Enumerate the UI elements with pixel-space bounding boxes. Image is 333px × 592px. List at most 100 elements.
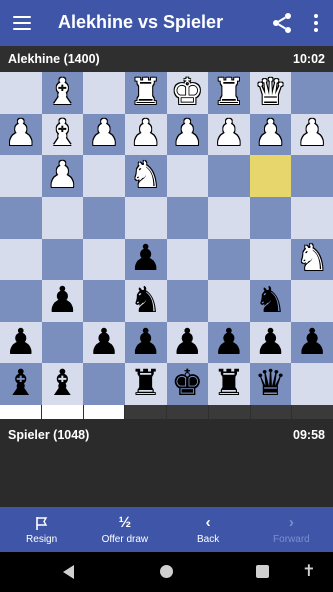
black-pawn-icon[interactable]: ♟ [46, 282, 78, 319]
square-b1[interactable]: ♝ [41, 363, 84, 405]
black-bishop-icon[interactable]: ♝ [5, 366, 37, 402]
white-queen-icon[interactable]: ♛ [254, 74, 286, 111]
square-c5[interactable] [83, 196, 125, 239]
white-pawn-icon[interactable]: ♟ [171, 116, 203, 152]
back-button[interactable]: ‹ Back [167, 507, 250, 552]
resign-button[interactable]: Resign [0, 507, 83, 552]
white-rook-icon[interactable]: ♜ [130, 74, 162, 111]
square-h1[interactable] [291, 363, 333, 405]
square-c2[interactable]: ♟ [83, 321, 125, 364]
white-pawn-icon[interactable]: ♟ [46, 158, 78, 194]
nav-recents-icon[interactable] [256, 565, 269, 578]
square-e5[interactable] [166, 196, 209, 239]
white-pawn-icon[interactable]: ♟ [5, 116, 37, 152]
chess-board[interactable]: ♝ ♜ ♚ ♜ ♛ ♟ ♝ ♟ ♟ ♟ ♟ ♟ ♟ ♟ ♞ ♟ ♞ ♟ ♞ ♞ ♟ ♟ ♟ ♟ ♟ ♟ ♟ ♝ ♝ ♜ ♚ ♜ ♛ [0, 72, 333, 405]
square-c8[interactable] [83, 72, 125, 114]
black-pawn-icon[interactable]: ♟ [296, 324, 328, 361]
white-pawn-icon[interactable]: ♟ [213, 116, 245, 152]
black-queen-icon[interactable]: ♛ [254, 366, 286, 402]
square-g8[interactable]: ♛ [249, 72, 292, 114]
square-h6[interactable] [291, 155, 333, 197]
white-bishop-icon[interactable]: ♝ [46, 116, 78, 152]
black-pawn-icon[interactable]: ♟ [88, 324, 120, 361]
square-e8[interactable]: ♚ [166, 72, 209, 114]
square-a4[interactable] [0, 238, 42, 281]
square-b6[interactable]: ♟ [41, 155, 84, 197]
square-g1[interactable]: ♛ [249, 363, 292, 405]
black-knight-icon[interactable]: ♞ [254, 282, 286, 319]
square-b4[interactable] [41, 238, 84, 281]
square-g3[interactable]: ♞ [249, 280, 292, 322]
square-g4[interactable] [249, 238, 292, 281]
square-h4[interactable]: ♞ [291, 238, 333, 281]
square-f5[interactable] [208, 196, 250, 239]
white-king-icon[interactable]: ♚ [171, 74, 203, 111]
square-d8[interactable]: ♜ [124, 72, 167, 114]
black-pawn-icon[interactable]: ♟ [130, 324, 162, 361]
square-a3[interactable] [0, 280, 42, 322]
square-e4[interactable] [166, 238, 209, 281]
square-h3[interactable] [291, 280, 333, 322]
white-knight-icon[interactable]: ♞ [296, 241, 328, 277]
square-h8[interactable] [291, 72, 333, 114]
square-h2[interactable]: ♟ [291, 321, 333, 364]
black-king-icon[interactable]: ♚ [171, 366, 203, 402]
offer-draw-button[interactable]: ½ Offer draw [83, 507, 166, 552]
square-f2[interactable]: ♟ [208, 321, 250, 364]
white-pawn-icon[interactable]: ♟ [254, 116, 286, 152]
square-f7[interactable]: ♟ [208, 113, 250, 156]
square-f3[interactable] [208, 280, 250, 322]
square-d1[interactable]: ♜ [124, 363, 167, 405]
square-b8[interactable]: ♝ [41, 72, 84, 114]
square-d7[interactable]: ♟ [124, 113, 167, 156]
black-pawn-icon[interactable]: ♟ [254, 324, 286, 361]
square-a5[interactable] [0, 196, 42, 239]
black-pawn-icon[interactable]: ♟ [130, 241, 162, 277]
square-e6[interactable] [166, 155, 209, 197]
white-pawn-icon[interactable]: ♟ [296, 116, 328, 152]
square-a1[interactable]: ♝ [0, 363, 42, 405]
menu-icon[interactable] [10, 11, 34, 35]
white-knight-icon[interactable]: ♞ [130, 158, 162, 194]
square-e7[interactable]: ♟ [166, 113, 209, 156]
square-b5[interactable] [41, 196, 84, 239]
white-pawn-icon[interactable]: ♟ [88, 116, 120, 152]
share-icon[interactable] [270, 11, 294, 35]
black-bishop-icon[interactable]: ♝ [46, 366, 78, 402]
square-c4[interactable] [83, 238, 125, 281]
square-b2[interactable] [41, 321, 84, 364]
square-a7[interactable]: ♟ [0, 113, 42, 156]
square-h5[interactable] [291, 196, 333, 239]
square-d3[interactable]: ♞ [124, 280, 167, 322]
nav-home-icon[interactable] [160, 565, 173, 578]
square-g2[interactable]: ♟ [249, 321, 292, 364]
square-c7[interactable]: ♟ [83, 113, 125, 156]
square-a8[interactable] [0, 72, 42, 114]
square-c6[interactable] [83, 155, 125, 197]
black-rook-icon[interactable]: ♜ [130, 366, 162, 402]
white-pawn-icon[interactable]: ♟ [130, 116, 162, 152]
square-c3[interactable] [83, 280, 125, 322]
white-bishop-icon[interactable]: ♝ [46, 74, 78, 111]
black-pawn-icon[interactable]: ♟ [171, 324, 203, 361]
black-pawn-icon[interactable]: ♟ [5, 324, 37, 361]
square-e2[interactable]: ♟ [166, 321, 209, 364]
black-pawn-icon[interactable]: ♟ [213, 324, 245, 361]
black-knight-icon[interactable]: ♞ [130, 282, 162, 319]
square-b7[interactable]: ♝ [41, 113, 84, 156]
square-e3[interactable] [166, 280, 209, 322]
square-a6[interactable] [0, 155, 42, 197]
square-f6[interactable] [208, 155, 250, 197]
square-f8[interactable]: ♜ [208, 72, 250, 114]
accessibility-icon[interactable]: ✝ [302, 562, 316, 582]
nav-back-icon[interactable] [63, 565, 74, 579]
square-d4[interactable]: ♟ [124, 238, 167, 281]
square-d6[interactable]: ♞ [124, 155, 167, 197]
square-g6[interactable] [249, 155, 292, 197]
square-c1[interactable] [83, 363, 125, 405]
more-vert-icon[interactable] [304, 11, 328, 35]
white-rook-icon[interactable]: ♜ [213, 74, 245, 111]
black-rook-icon[interactable]: ♜ [213, 366, 245, 402]
square-e1[interactable]: ♚ [166, 363, 209, 405]
square-a2[interactable]: ♟ [0, 321, 42, 364]
